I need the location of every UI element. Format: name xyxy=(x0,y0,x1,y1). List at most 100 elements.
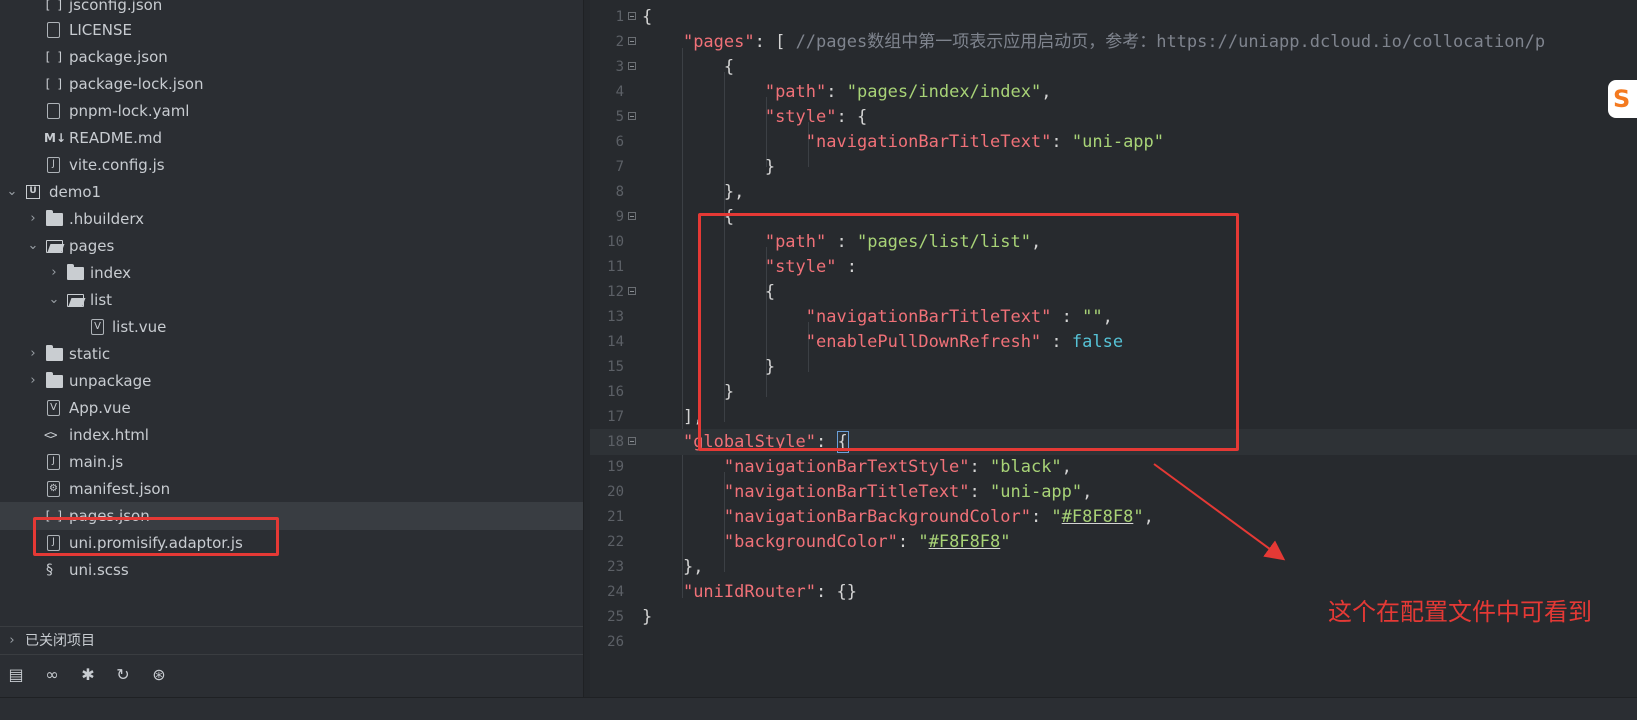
file-label: package-lock.json xyxy=(69,75,204,93)
plugin-icon[interactable]: ⊛ xyxy=(149,665,169,685)
code-token: : xyxy=(836,107,857,127)
code-line: 19 "navigationBarTextStyle": "black", xyxy=(590,454,1637,480)
file-label: index.html xyxy=(69,426,149,444)
annotation-arrow xyxy=(1153,463,1286,561)
code-token: }, xyxy=(723,182,745,202)
bug-icon[interactable]: ✱ xyxy=(78,665,98,685)
chevron-down-icon[interactable]: ⌄ xyxy=(5,178,19,206)
folder-open-icon xyxy=(67,294,84,307)
code-line: 7 } xyxy=(590,154,1637,180)
closed-projects-section[interactable]: › 已关闭项目 xyxy=(0,626,583,655)
fold-toggle-icon[interactable] xyxy=(628,112,636,120)
annotation-text: 这个在配置文件中可看到 xyxy=(1328,598,1592,626)
files-icon[interactable]: ▤ xyxy=(6,665,26,685)
line-number: 2 xyxy=(615,34,624,50)
chevron-right-icon[interactable]: › xyxy=(26,205,40,233)
code-token: } xyxy=(642,607,653,627)
code-line: 2 "pages": [ //pages数组中第一项表示应用启动页，参考：htt… xyxy=(590,29,1637,55)
line-number: 9 xyxy=(615,209,624,225)
chevron-right-icon[interactable]: › xyxy=(26,367,40,395)
code-token: : [ xyxy=(754,32,796,52)
code-token: "navigationBarBackgroundColor" xyxy=(723,507,1031,527)
file-label: vite.config.js xyxy=(69,156,165,174)
markdown-icon: M↓ xyxy=(44,131,66,145)
folder-icon xyxy=(46,372,63,388)
folder-icon xyxy=(67,264,84,280)
color-value: #F8F8F8 xyxy=(928,532,1001,552)
file-item-readme[interactable]: M↓ README.md xyxy=(0,124,583,152)
binoculars-icon[interactable]: ∞ xyxy=(42,665,62,685)
fold-toggle-icon[interactable] xyxy=(628,212,636,220)
fold-toggle-icon[interactable] xyxy=(628,437,636,445)
code-token: { xyxy=(723,57,735,77)
file-item-license[interactable]: LICENSE xyxy=(0,16,583,44)
file-item-main-js[interactable]: J main.js xyxy=(0,448,583,476)
file-item-pnpm-lock[interactable]: pnpm-lock.yaml xyxy=(0,97,583,125)
file-item-index-html[interactable]: <> index.html xyxy=(0,421,583,449)
refresh-icon[interactable]: ↻ xyxy=(113,665,133,685)
chevron-down-icon[interactable]: ⌄ xyxy=(26,232,40,260)
fold-toggle-icon[interactable] xyxy=(628,12,636,20)
code-token: , xyxy=(1061,457,1072,477)
code-line: 3 { xyxy=(590,54,1637,80)
uni-project-icon: U xyxy=(26,185,40,199)
file-item-uni-scss[interactable]: § uni.scss xyxy=(0,556,583,584)
folder-icon xyxy=(46,210,63,226)
file-label: README.md xyxy=(69,129,163,147)
folder-item-list[interactable]: ⌄ list xyxy=(0,286,583,314)
code-token: : xyxy=(1051,132,1072,152)
code-token: } xyxy=(764,157,776,177)
code-token: "navigationBarTitleText" xyxy=(723,482,970,502)
fold-toggle-icon[interactable] xyxy=(628,287,636,295)
line-number: 16 xyxy=(607,384,624,400)
file-label: list.vue xyxy=(112,318,167,336)
folder-open-icon xyxy=(46,240,63,253)
code-token: {} xyxy=(836,582,857,602)
file-item-package-json[interactable]: [ ] package.json xyxy=(0,43,583,71)
fold-toggle-icon[interactable] xyxy=(628,62,636,70)
color-value: #F8F8F8 xyxy=(1061,507,1134,527)
line-number: 15 xyxy=(607,359,624,375)
line-number: 1 xyxy=(615,9,624,25)
project-item-demo1[interactable]: ⌄ U demo1 xyxy=(0,178,583,206)
line-number: 13 xyxy=(607,309,624,325)
line-number: 8 xyxy=(615,184,624,200)
folder-item-hbuilderx[interactable]: › .hbuilderx xyxy=(0,205,583,233)
chevron-right-icon[interactable]: › xyxy=(26,340,40,368)
closed-projects-label: 已关闭项目 xyxy=(25,633,95,649)
file-item-package-lock[interactable]: [ ] package-lock.json xyxy=(0,70,583,98)
folder-item-index[interactable]: › index xyxy=(0,259,583,287)
line-number: 19 xyxy=(607,459,624,475)
line-number: 4 xyxy=(615,84,624,100)
file-item-app-vue[interactable]: V App.vue xyxy=(0,394,583,422)
chevron-right-icon[interactable]: › xyxy=(5,627,19,655)
file-label: pnpm-lock.yaml xyxy=(69,102,190,120)
file-item-manifest[interactable]: ⚙ manifest.json xyxy=(0,475,583,503)
folder-label: unpackage xyxy=(69,372,152,390)
code-token: "pages/index/index" xyxy=(846,82,1042,102)
code-line: 1{ xyxy=(590,4,1637,30)
line-number: 5 xyxy=(615,109,624,125)
chevron-down-icon[interactable]: ⌄ xyxy=(47,286,61,314)
line-number: 18 xyxy=(607,434,624,450)
code-token: "uniIdRouter" xyxy=(682,582,817,602)
folder-item-unpackage[interactable]: › unpackage xyxy=(0,367,583,395)
code-token: "uni-app" xyxy=(1071,132,1165,152)
folder-item-static[interactable]: › static xyxy=(0,340,583,368)
line-number: 17 xyxy=(607,409,624,425)
code-token: "navigationBarTitleText" xyxy=(805,132,1052,152)
code-line: 8 }, xyxy=(590,179,1637,205)
sidebar-toolbar: ▤ ∞ ✱ ↻ ⊛ xyxy=(0,654,583,697)
code-line: 4 "path": "pages/index/index", xyxy=(590,79,1637,105)
file-item-list-vue[interactable]: V list.vue xyxy=(0,313,583,341)
folder-item-pages[interactable]: ⌄ pages xyxy=(0,232,583,260)
file-item-vite-config[interactable]: J vite.config.js xyxy=(0,151,583,179)
chevron-right-icon[interactable]: › xyxy=(47,259,61,287)
code-token: "pages" xyxy=(682,32,755,52)
code-token: "black" xyxy=(990,457,1062,477)
code-token: : xyxy=(1030,507,1052,527)
fold-toggle-icon[interactable] xyxy=(628,37,636,45)
file-label: LICENSE xyxy=(69,21,132,39)
floating-badge[interactable]: S xyxy=(1608,80,1637,118)
project-label: demo1 xyxy=(49,183,102,201)
